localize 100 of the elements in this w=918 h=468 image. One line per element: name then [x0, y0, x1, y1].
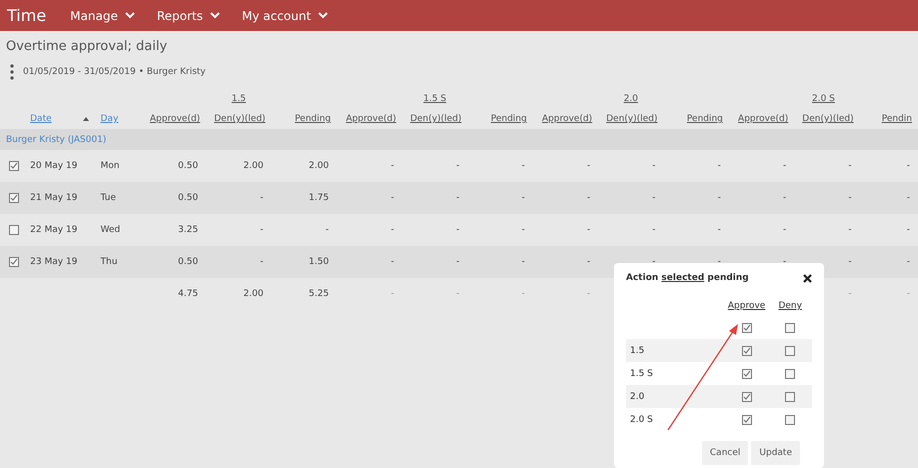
table-cell: -: [260, 257, 264, 267]
approve-checkbox[interactable]: [742, 414, 752, 424]
column-header[interactable]: Approve(d): [542, 114, 592, 124]
column-header[interactable]: Den(y)(led): [606, 114, 658, 124]
approve-checkbox[interactable]: [742, 368, 752, 378]
table-cell: -: [783, 193, 786, 203]
table-cell: -: [390, 161, 394, 171]
approve-checkbox[interactable]: [742, 392, 752, 402]
table-cell: -: [522, 193, 525, 203]
table-cell: -: [718, 161, 721, 171]
table-cell: -: [522, 225, 525, 235]
table-cell: -: [718, 193, 721, 203]
chevron-down-icon[interactable]: [124, 12, 135, 19]
table-cell: 2.00: [243, 161, 264, 171]
deny-checkbox[interactable]: [785, 368, 796, 378]
table-cell: -: [848, 225, 852, 235]
table-cell: -: [718, 225, 721, 235]
dialog-button[interactable]: Update: [751, 441, 800, 465]
menu-item[interactable]: My account: [242, 8, 328, 22]
table-cell: -: [652, 257, 656, 267]
table-cell: -: [586, 257, 590, 267]
column-group-header[interactable]: 1.5: [232, 94, 246, 104]
column-header[interactable]: Deny: [778, 301, 802, 311]
table-cell: -: [652, 161, 656, 171]
column-header[interactable]: Den(y)(led): [214, 114, 266, 124]
table-cell: -: [390, 193, 394, 203]
deny-checkbox[interactable]: [785, 414, 796, 424]
dialog-button[interactable]: Cancel: [702, 441, 748, 465]
table-cell: -: [783, 225, 786, 235]
table-cell: 1.75: [308, 193, 329, 203]
table-cell: 0.50: [178, 257, 198, 267]
menu-item[interactable]: Manage: [70, 8, 135, 22]
page-title: Overtime approval; daily: [5, 39, 168, 56]
chevron-down-icon[interactable]: [318, 12, 328, 19]
table-cell: -: [906, 257, 910, 267]
table-cell: 1.50: [308, 257, 329, 267]
table-cell: -: [260, 193, 264, 203]
day-cell: Wed: [100, 225, 120, 235]
column-header[interactable]: Den(y)(led): [410, 114, 462, 124]
row-label: 1.5: [630, 346, 644, 356]
table-cell: -: [456, 161, 460, 171]
total-cell: -: [848, 289, 852, 299]
column-header[interactable]: Pending: [490, 114, 527, 124]
column-header[interactable]: Pending: [294, 114, 331, 124]
column-header[interactable]: Day: [100, 114, 118, 124]
row-checkbox[interactable]: [9, 192, 19, 203]
total-cell: -: [586, 289, 590, 299]
table-cell: -: [848, 193, 852, 203]
sort-ascending-icon[interactable]: [82, 117, 88, 121]
approve-checkbox[interactable]: [742, 346, 752, 356]
menu-item[interactable]: Reports: [156, 8, 220, 22]
chevron-down-icon[interactable]: [210, 12, 220, 19]
table-cell: -: [783, 257, 786, 267]
row-checkbox[interactable]: [9, 256, 19, 267]
column-header[interactable]: Approve(d): [738, 114, 788, 124]
column-header[interactable]: Approve: [728, 301, 766, 311]
column-group-header[interactable]: 2.0: [624, 94, 638, 104]
table-cell: -: [586, 193, 590, 203]
close-icon[interactable]: [803, 274, 812, 282]
row-checkbox[interactable]: [9, 160, 19, 171]
table-cell: -: [652, 193, 656, 203]
total-cell: -: [456, 289, 460, 299]
table-cell: -: [783, 161, 786, 171]
column-group-header[interactable]: 1.5 S: [423, 94, 446, 104]
table-cell: -: [718, 257, 721, 267]
table-cell: -: [652, 225, 656, 235]
approve-checkbox[interactable]: [742, 322, 752, 332]
column-header[interactable]: Date: [30, 114, 52, 124]
row-label: 1.5 S: [630, 368, 653, 378]
filter-summary: 01/05/2019 - 31/05/2019 • Burger Kristy: [23, 67, 206, 77]
deny-checkbox[interactable]: [785, 346, 796, 356]
table-cell: -: [848, 161, 852, 171]
date-cell: 23 May 19: [30, 257, 78, 267]
column-group-header[interactable]: 2.0 S: [812, 94, 835, 104]
table-cell: -: [906, 225, 910, 235]
column-header[interactable]: Approve(d): [346, 114, 396, 124]
link[interactable]: selected: [661, 273, 704, 283]
kebab-menu-icon[interactable]: [10, 64, 14, 80]
table-cell: -: [456, 225, 460, 235]
date-cell: 22 May 19: [30, 225, 78, 235]
table-cell: -: [522, 257, 525, 267]
row-label: 2.0 S: [630, 414, 653, 424]
table-cell: -: [586, 161, 590, 171]
column-header[interactable]: Den(y)(led): [802, 114, 854, 124]
column-header[interactable]: Approve(d): [150, 114, 200, 124]
row-checkbox[interactable]: [9, 224, 19, 235]
total-cell: -: [390, 289, 394, 299]
table-cell: 3.25: [178, 225, 198, 235]
column-header[interactable]: Pendin: [882, 114, 912, 124]
table-cell: -: [848, 257, 852, 267]
table-cell: -: [390, 225, 394, 235]
deny-checkbox[interactable]: [785, 392, 796, 402]
table-cell: -: [326, 225, 329, 235]
deny-checkbox[interactable]: [785, 322, 796, 332]
table-cell: -: [586, 225, 590, 235]
table-cell: 2.00: [308, 161, 329, 171]
total-cell: -: [522, 289, 525, 299]
date-cell: 20 May 19: [30, 161, 78, 171]
table-cell: -: [260, 225, 264, 235]
column-header[interactable]: Pending: [686, 114, 723, 124]
